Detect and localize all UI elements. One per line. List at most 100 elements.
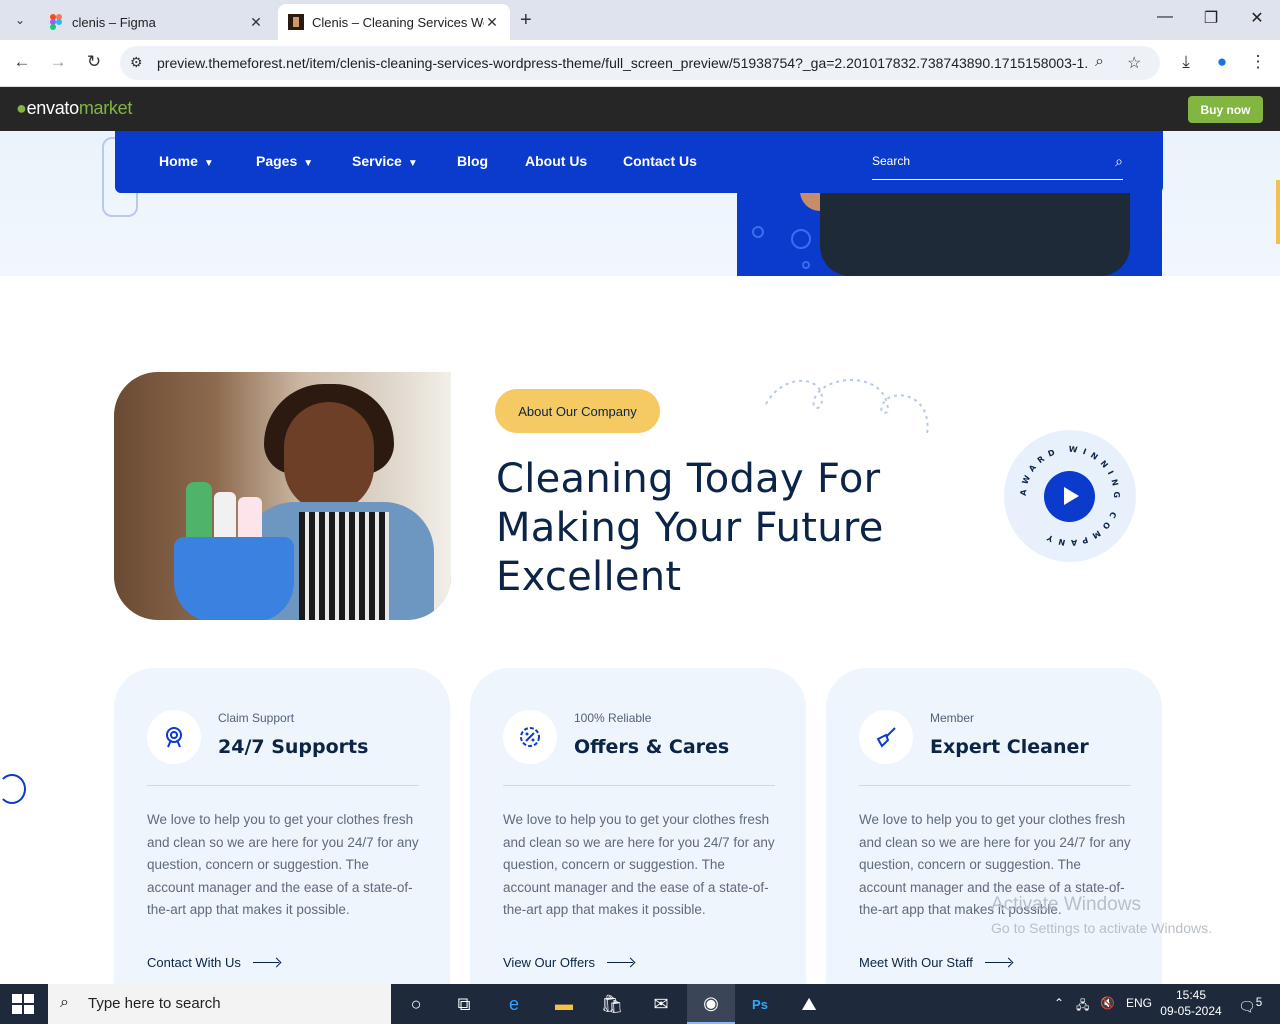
watermark-line1: Activate Windows: [991, 894, 1141, 915]
about-badge: About Our Company: [495, 389, 660, 433]
url-text[interactable]: preview.themeforest.net/item/clenis-clea…: [157, 55, 1087, 71]
tab-title: clenis – Figma: [72, 14, 156, 30]
card-title: Expert Cleaner: [930, 736, 1089, 758]
language-indicator[interactable]: ENG: [1126, 996, 1152, 1010]
clock[interactable]: 15:45 09-05-2024: [1160, 987, 1222, 1019]
reload-icon[interactable]: ↻: [83, 52, 105, 74]
tab-search-chevron-icon[interactable]: ⌄: [8, 8, 32, 32]
photoshop-icon[interactable]: Ps: [736, 984, 784, 1024]
logo-text: envato: [26, 98, 80, 118]
minimize-icon[interactable]: —: [1153, 8, 1177, 26]
card-title: 24/7 Supports: [218, 736, 369, 758]
close-icon[interactable]: ✕: [248, 14, 264, 31]
card-kicker: Claim Support: [218, 711, 295, 725]
cortana-icon[interactable]: ○: [392, 984, 440, 1024]
feature-card: Claim Support 24/7 Supports We love to h…: [114, 668, 450, 998]
nav-label: Service: [352, 153, 402, 169]
edge-icon[interactable]: e: [490, 984, 538, 1024]
nav-item-home[interactable]: Home ▼: [159, 153, 214, 169]
windows-start-icon[interactable]: [12, 994, 34, 1014]
divider: [859, 785, 1131, 786]
divider: [147, 785, 419, 786]
new-tab-icon[interactable]: +: [520, 9, 532, 32]
envato-logo[interactable]: ●envatomarket: [16, 98, 132, 119]
offers-link[interactable]: View Our Offers: [503, 955, 633, 970]
profile-icon[interactable]: ●: [1211, 52, 1233, 74]
card-kicker: 100% Reliable: [574, 711, 652, 725]
logo-suffix: market: [78, 98, 133, 118]
mail-icon[interactable]: ✉: [637, 984, 685, 1024]
search-icon[interactable]: ⌕: [1115, 153, 1123, 170]
main-nav: Home ▼ Pages ▼ Service ▼ Blog About Us Cont…: [115, 131, 1163, 193]
taskbar-search[interactable]: ⌕ Type here to search: [48, 984, 391, 1024]
nav-search: ⌕: [872, 149, 1123, 180]
broom-icon: [859, 710, 913, 764]
card-kicker: Member: [930, 711, 975, 725]
tab-figma[interactable]: clenis – Figma ✕: [38, 4, 274, 40]
buy-now-button[interactable]: Buy now: [1188, 96, 1263, 123]
bookmark-star-icon[interactable]: ☆: [1127, 53, 1141, 73]
browser-tab-bar: ⌄ clenis – Figma ✕ Clenis – Cleaning Ser…: [0, 0, 1280, 40]
back-icon[interactable]: ←: [11, 52, 33, 74]
squiggle-decoration: [765, 379, 929, 435]
search-icon: ⌕: [60, 994, 69, 1011]
window-close-icon[interactable]: ✕: [1245, 8, 1269, 28]
nav-item-contact[interactable]: Contact Us: [623, 153, 697, 169]
about-image: [114, 372, 451, 620]
caret-down-icon: ▼: [203, 158, 214, 169]
file-explorer-icon[interactable]: ▬: [540, 984, 588, 1024]
leaf-icon: ●: [16, 98, 27, 118]
scroll-indicator[interactable]: [1276, 180, 1280, 244]
volume-muted-icon[interactable]: 🔇: [1100, 996, 1115, 1010]
notifications-icon[interactable]: 🗨5: [1238, 996, 1262, 1016]
support-icon: [147, 710, 201, 764]
feature-card: Member Expert Cleaner We love to help yo…: [826, 668, 1162, 998]
clock-time: 15:45: [1175, 988, 1207, 1002]
clenis-favicon-icon: [288, 14, 304, 30]
watermark-line2: Go to Settings to activate Windows.: [991, 920, 1212, 936]
tab-clenis[interactable]: Clenis – Cleaning Services Word ✕: [278, 4, 510, 40]
tray-overflow-icon[interactable]: ⌃: [1054, 996, 1064, 1010]
cta-label: Meet With Our Staff: [859, 955, 973, 970]
arrow-right-icon: [252, 962, 279, 963]
photos-icon[interactable]: ⛰: [785, 984, 833, 1024]
menu-kebab-icon[interactable]: ⋮: [1247, 52, 1269, 74]
card-body: We love to help you to get your clothes …: [503, 812, 775, 917]
arrow-right-icon: [984, 962, 1011, 963]
nav-item-pages[interactable]: Pages ▼: [256, 153, 313, 169]
nav-label: Pages: [256, 153, 298, 169]
envato-bar: ●envatomarket Buy now: [0, 87, 1280, 131]
restore-icon[interactable]: ❐: [1199, 8, 1223, 28]
store-icon[interactable]: 🛍: [588, 984, 636, 1024]
staff-link[interactable]: Meet With Our Staff: [859, 955, 1011, 970]
clock-date: 09-05-2024: [1160, 1004, 1222, 1018]
zoom-icon[interactable]: ⌕: [1095, 53, 1104, 71]
bubble-decoration: [802, 261, 810, 269]
nav-label: Contact Us: [623, 153, 697, 169]
cta-label: Contact With Us: [147, 955, 241, 970]
search-input[interactable]: [872, 154, 1092, 168]
close-icon[interactable]: ✕: [484, 14, 500, 31]
card-title: Offers & Cares: [574, 736, 730, 758]
activate-windows-watermark: Activate Windows Go to Settings to activ…: [991, 894, 1212, 936]
task-view-icon[interactable]: ⧉: [440, 984, 488, 1024]
chrome-icon[interactable]: ◉: [687, 984, 735, 1024]
feature-card: 100% Reliable Offers & Cares We love to …: [470, 668, 806, 998]
site-settings-icon[interactable]: ⚙: [130, 54, 143, 71]
address-bar: ← → ↻ ⚙ preview.themeforest.net/item/cle…: [0, 40, 1280, 87]
notification-count: 5: [1255, 996, 1263, 1009]
download-icon[interactable]: ⤓: [1175, 52, 1197, 74]
nav-item-about[interactable]: About Us: [525, 153, 587, 169]
network-icon[interactable]: 🖧: [1076, 996, 1089, 1017]
play-video-button[interactable]: [1044, 471, 1095, 522]
discount-icon: [503, 710, 557, 764]
omnibox[interactable]: ⚙ preview.themeforest.net/item/clenis-cl…: [120, 46, 1160, 80]
windows-taskbar: ⌕ Type here to search ○ ⧉ e ▬ 🛍 ✉ ◉ Ps ⛰…: [0, 984, 1280, 1024]
caret-down-icon: ▼: [407, 158, 418, 169]
forward-icon[interactable]: →: [47, 52, 69, 74]
nav-item-blog[interactable]: Blog: [457, 153, 488, 169]
nav-label: About Us: [525, 153, 588, 169]
contact-link[interactable]: Contact With Us: [147, 955, 279, 970]
bubble-decoration: [791, 229, 811, 249]
nav-item-service[interactable]: Service ▼: [352, 153, 418, 169]
